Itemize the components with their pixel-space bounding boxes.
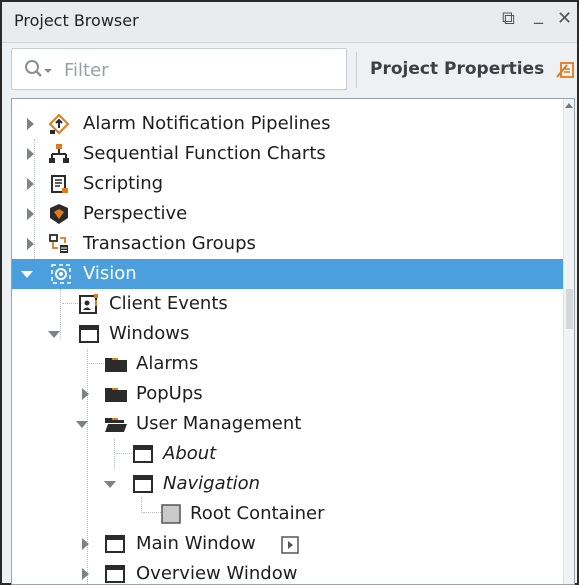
expand-arrow-icon[interactable] [27, 238, 34, 250]
tree-item-root-container[interactable]: Root Container [12, 499, 567, 529]
folder-icon [104, 353, 127, 375]
vision-icon [50, 263, 72, 285]
window-icon [132, 443, 154, 465]
filter-box[interactable] [11, 48, 347, 90]
project-tree[interactable]: Alarm Notification Pipelines Sequential … [11, 98, 575, 585]
search-icon [24, 59, 56, 85]
toolbar-divider [356, 52, 357, 88]
transaction-groups-icon [48, 233, 70, 255]
client-events-icon [78, 293, 100, 315]
close-icon[interactable]: ✕ [557, 8, 572, 29]
scroll-thumb[interactable] [566, 289, 573, 329]
expand-arrow-icon[interactable] [27, 148, 34, 160]
expand-arrow-icon[interactable] [82, 568, 89, 580]
tree-item-label: Navigation [163, 473, 261, 494]
tree-item-label: Transaction Groups [83, 233, 256, 254]
tree-item-client-events[interactable]: Client Events [12, 289, 567, 319]
panel-title: Project Browser [14, 11, 139, 30]
tree-item-alarm-notification-pipelines[interactable]: Alarm Notification Pipelines [12, 109, 567, 139]
tree-item-label: Client Events [109, 293, 228, 314]
title-bar: Project Browser ⧉ _ ✕ [2, 2, 577, 43]
collapse-arrow-icon[interactable] [48, 331, 60, 338]
folder-icon [104, 383, 127, 405]
project-properties-button[interactable]: Project Properties [370, 59, 544, 79]
perspective-icon [48, 203, 70, 225]
project-browser-panel: Project Browser ⧉ _ ✕ Project Properties [0, 0, 579, 585]
vertical-scrollbar[interactable] [563, 99, 574, 584]
expand-arrow-icon[interactable] [82, 538, 89, 550]
window-icon [132, 473, 154, 495]
tree-item-popups[interactable]: PopUps [12, 379, 567, 409]
expand-arrow-icon[interactable] [82, 388, 89, 400]
tree-item-label: Windows [109, 323, 190, 344]
alarm-pipeline-icon [48, 113, 70, 135]
window-icon [78, 323, 100, 345]
expand-arrow-icon[interactable] [27, 118, 34, 130]
scroll-up-icon[interactable] [565, 103, 573, 108]
tree-item-label: Scripting [83, 173, 164, 194]
tree-item-label: User Management [136, 413, 302, 434]
tree-item-label: Root Container [190, 503, 325, 524]
tree-item-label: Vision [83, 263, 137, 284]
container-icon [160, 503, 182, 525]
project-properties-icon[interactable] [555, 59, 575, 85]
tree-item-transaction-groups[interactable]: Transaction Groups [12, 229, 567, 259]
tree-item-scripting[interactable]: Scripting [12, 169, 567, 199]
tree-item-label: Overview Window [136, 563, 298, 584]
tree-item-label: Alarms [136, 353, 199, 374]
tree-item-user-management[interactable]: User Management [12, 409, 567, 439]
folder-open-icon [104, 413, 127, 435]
sfc-icon [48, 143, 70, 165]
startup-window-icon [280, 535, 302, 557]
tree-item-sequential-function-charts[interactable]: Sequential Function Charts [12, 139, 567, 169]
tree-item-navigation[interactable]: Navigation [12, 469, 567, 499]
tree-item-label: Alarm Notification Pipelines [83, 113, 331, 134]
restore-icon[interactable]: ⧉ [502, 8, 515, 29]
tree-item-label: About [163, 443, 217, 464]
tree-item-windows[interactable]: Windows [12, 319, 567, 349]
expand-arrow-icon[interactable] [27, 208, 34, 220]
tree-item-main-window[interactable]: Main Window [12, 529, 567, 559]
window-icon [104, 533, 126, 555]
collapse-arrow-icon[interactable] [21, 271, 33, 278]
tree-item-label: Sequential Function Charts [83, 143, 326, 164]
tree-item-overview-window[interactable]: Overview Window [12, 559, 567, 584]
expand-arrow-icon[interactable] [27, 178, 34, 190]
tree-item-label: PopUps [136, 383, 203, 404]
tree-item-label: Main Window [136, 533, 256, 554]
tree-item-vision[interactable]: Vision [12, 259, 567, 289]
tree-item-perspective[interactable]: Perspective [12, 199, 567, 229]
tree-item-alarms[interactable]: Alarms [12, 349, 567, 379]
minimize-icon[interactable]: _ [534, 4, 543, 25]
collapse-arrow-icon[interactable] [104, 481, 116, 488]
window-icon [104, 563, 126, 584]
tree-item-label: Perspective [83, 203, 188, 224]
collapse-arrow-icon[interactable] [76, 421, 88, 428]
scripting-icon [48, 173, 70, 195]
filter-input[interactable] [62, 56, 336, 84]
tree-item-about[interactable]: About [12, 439, 567, 469]
